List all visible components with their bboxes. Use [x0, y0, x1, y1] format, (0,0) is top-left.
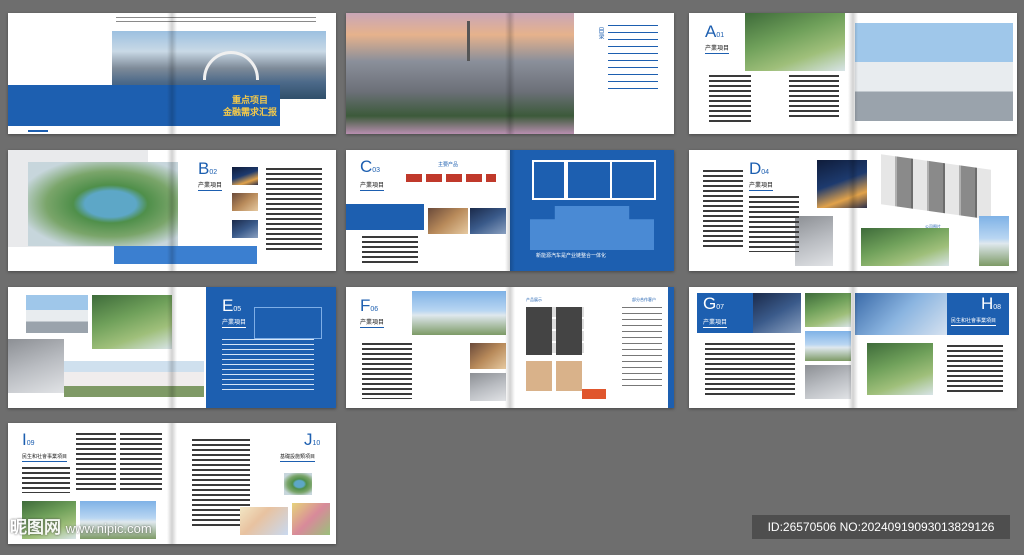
section-title-e: 产業項目 [222, 317, 247, 328]
i-text-col3 [22, 467, 70, 493]
cover-title-line2: 金融需求汇报 [223, 107, 278, 117]
spread-f: F06 产業項目 产品展示 部分合作客户 [346, 287, 674, 408]
b-text-col [266, 168, 322, 250]
a-text-col1 [709, 75, 751, 125]
g-photo-2 [805, 293, 851, 327]
watermark-brand-text: 昵图网 [10, 518, 61, 537]
e-photo-2 [92, 295, 172, 349]
c-text-col [362, 236, 418, 264]
section-title-c: 产業項目 [360, 180, 385, 191]
i-text-col1 [76, 433, 116, 493]
cover-small-mark [28, 130, 48, 132]
section-title-b: 产業項目 [198, 180, 223, 191]
f-product-heading: 产品展示 [526, 297, 542, 302]
toc-list [608, 25, 658, 95]
section-letter-d: D04 [749, 159, 770, 178]
section-title-i: 民生和社會事業項目 [22, 454, 68, 462]
g-photo-1 [753, 293, 801, 333]
b-thumb-1 [232, 167, 258, 185]
section-letter-a: A01 [705, 22, 725, 41]
h-aerial-photo [867, 343, 933, 395]
h-text-col [947, 345, 1003, 395]
section-title-d: 产業項目 [749, 180, 774, 191]
d-color-swatches [881, 154, 991, 220]
d-city-night-photo [817, 160, 867, 208]
section-letter-c: C03 [360, 157, 381, 176]
b-blue-strip [114, 246, 257, 264]
d-tower-photo [979, 216, 1009, 266]
e-white-lines [222, 339, 314, 391]
c-photo-1 [428, 208, 468, 234]
a-text-col2 [789, 75, 839, 119]
d-aerial-photo [861, 228, 949, 266]
cover-top-text [116, 17, 316, 22]
c-white-frame-1 [532, 160, 568, 200]
spread-d: D04 产業項目 公司图片 [689, 150, 1017, 271]
spread-gh: G07 产業項目 H08 民生和社會事業項目 [689, 287, 1017, 408]
d-text-col1 [703, 170, 743, 250]
spread-b: B02 产業項目 [8, 150, 336, 271]
g-text-col [705, 343, 795, 395]
e-photo-1 [26, 295, 88, 333]
section-title-f: 产業項目 [360, 317, 385, 328]
f-red-button [582, 389, 606, 399]
f-flag-photo [412, 291, 506, 335]
section-title-j: 基礎設施類項目 [280, 454, 316, 462]
c-blue-band [346, 204, 424, 230]
e-warehouse-photo [64, 361, 204, 397]
d-building-photo [795, 216, 833, 266]
j-map-photo-2 [292, 503, 330, 535]
section-letter-i: I09 [22, 430, 35, 449]
f-client-list [622, 307, 662, 387]
watermark-site: www.nipic.com [65, 521, 152, 536]
a-factory-photo [855, 23, 1013, 121]
a-aerial-photo [745, 13, 845, 71]
f-photo-2 [470, 343, 506, 369]
d-text-col2 [749, 196, 799, 252]
section-title-a: 产業項目 [705, 43, 730, 54]
g-photo-4 [805, 365, 851, 399]
f-product-grid [526, 307, 584, 355]
j-map-photo [240, 507, 288, 535]
c-products-heading: 主要产品 [438, 162, 459, 168]
c-white-frame-3 [610, 160, 656, 200]
watermark-brand: 昵图网 www.nipic.com [10, 513, 152, 538]
f-product-row2 [526, 361, 584, 391]
e-photo-3 [8, 339, 64, 393]
spread-a: A01 产業項目 [689, 13, 1017, 134]
f-right-edge [668, 287, 674, 408]
c-photo-2 [470, 208, 506, 234]
f-text-col [362, 343, 412, 399]
e-line-sketch [254, 307, 322, 339]
c-white-frame-2 [564, 160, 612, 200]
f-clients-heading: 部分合作客户 [632, 297, 656, 302]
h-glass-photo [855, 293, 947, 335]
b-thumb-2 [232, 193, 258, 211]
spread-e: E05 产業項目 [8, 287, 336, 408]
section-title-g: 产業項目 [703, 317, 728, 328]
toc-tower-icon [467, 21, 470, 61]
image-id-bar: ID:26570506 NO:20240919093013829126 [752, 515, 1010, 539]
toc-city-photo [346, 13, 574, 134]
spread-cover: 重点项目 金融需求汇报 [8, 13, 336, 134]
spread-toc: 目录 [346, 13, 674, 134]
j-photo-1 [284, 473, 312, 495]
toc-label: 目录 [597, 27, 603, 39]
c-product-row [406, 174, 496, 182]
section-title-h: 民生和社會事業項目 [951, 318, 997, 326]
section-letter-g: G07 [703, 294, 725, 313]
b-thumb-3 [232, 220, 258, 238]
section-letter-f: F06 [360, 296, 379, 315]
c-banner-text: 新能源汽车是产业链整合一体化 [536, 253, 607, 259]
section-letter-h: H08 [981, 294, 1002, 313]
section-letter-b: B02 [198, 159, 218, 178]
b-park-photo [28, 162, 178, 246]
section-letter-j: J10 [304, 430, 321, 449]
i-text-col2 [120, 433, 162, 493]
spread-c: C03 产業項目 主要产品 新能源汽车是产业链整合一体化 [346, 150, 674, 271]
g-photo-3 [805, 331, 851, 361]
section-letter-e: E05 [222, 296, 242, 315]
f-photo-3 [470, 373, 506, 401]
